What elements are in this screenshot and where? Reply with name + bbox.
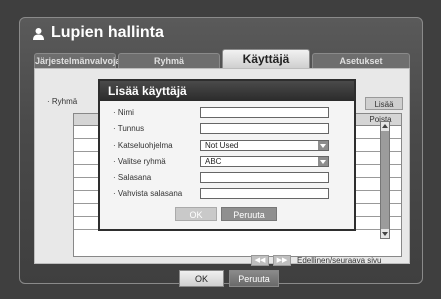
tab-group[interactable]: Ryhmä xyxy=(118,53,220,68)
user-icon xyxy=(33,27,44,40)
rewind-icon[interactable]: ◀◀ xyxy=(251,255,269,266)
password-field[interactable] xyxy=(200,172,329,183)
window-title-text: Lupien hallinta xyxy=(51,24,164,41)
dialog-cancel-button[interactable]: Peruuta xyxy=(221,207,277,221)
add-button[interactable]: Lisää xyxy=(365,97,403,110)
dialog-ok-button[interactable]: OK xyxy=(175,207,217,221)
group-select[interactable]: ABC xyxy=(200,156,329,167)
scroll-down-icon[interactable] xyxy=(381,229,389,238)
id-field[interactable] xyxy=(200,123,329,134)
group-select-value: ABC xyxy=(205,157,222,166)
viewer-select[interactable]: Not Used xyxy=(200,140,329,151)
name-field[interactable] xyxy=(200,107,329,118)
chevron-down-icon[interactable] xyxy=(318,141,328,150)
name-label: · Nimi xyxy=(113,108,134,117)
viewer-label: · Katseluohjelma xyxy=(113,141,173,150)
group-label: · Ryhmä xyxy=(47,97,78,106)
cancel-button[interactable]: Peruuta xyxy=(229,270,279,287)
add-user-dialog: Lisää käyttäjä · Nimi · Tunnus · Katselu… xyxy=(98,79,356,231)
table-scrollbar[interactable] xyxy=(380,121,390,239)
confirm-password-field[interactable] xyxy=(200,188,329,199)
ok-button[interactable]: OK xyxy=(179,270,224,287)
tab-administrator[interactable]: Järjestelmänvalvoja xyxy=(34,53,121,68)
confirm-password-label: · Vahvista salasana xyxy=(113,189,183,198)
pager: ◀◀ ▶▶ Edellinen/seuraava sivu xyxy=(251,255,382,266)
dialog-title: Lisää käyttäjä xyxy=(100,81,354,101)
pager-label: Edellinen/seuraava sivu xyxy=(297,256,382,265)
scroll-up-icon[interactable] xyxy=(381,122,389,131)
viewer-select-value: Not Used xyxy=(205,141,239,150)
fast-forward-icon[interactable]: ▶▶ xyxy=(273,255,291,266)
tab-settings[interactable]: Asetukset xyxy=(312,53,410,68)
group-select-label: · Valitse ryhmä xyxy=(113,157,166,166)
tab-user[interactable]: Käyttäjä xyxy=(222,49,310,68)
id-label: · Tunnus xyxy=(113,124,145,133)
chevron-down-icon[interactable] xyxy=(318,157,328,166)
tab-bar: Järjestelmänvalvoja Ryhmä Käyttäjä Asetu… xyxy=(34,49,410,68)
password-label: · Salasana xyxy=(113,173,152,182)
window-title: Lupien hallinta xyxy=(32,24,164,42)
